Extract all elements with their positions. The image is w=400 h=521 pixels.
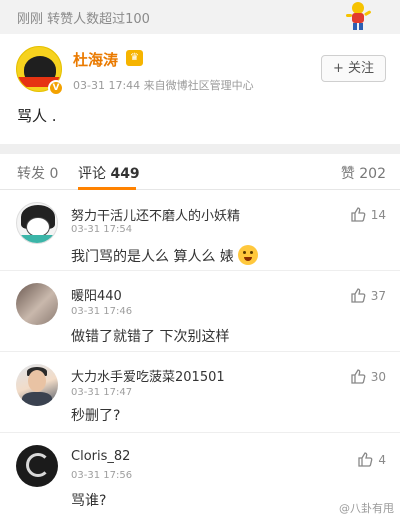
comment-like-count: 4 <box>378 453 386 467</box>
thumbs-up-icon <box>351 207 366 222</box>
thumbs-up-icon <box>351 369 366 384</box>
comment-like-button[interactable]: 14 <box>350 206 386 222</box>
tab-comments-count: 449 <box>110 166 140 182</box>
commenter-name[interactable]: 暖阳440 <box>71 285 122 304</box>
comment-like-button[interactable]: 37 <box>350 287 386 303</box>
tab-likes-label: 赞 <box>340 166 355 182</box>
banner-text: 刚刚 转赞人数超过100 <box>17 12 150 27</box>
post-content: 骂人 . <box>17 107 57 125</box>
top-banner: 刚刚 转赞人数超过100 <box>0 0 400 34</box>
tab-likes-count: 202 <box>359 166 386 182</box>
active-tab-indicator <box>78 187 136 190</box>
tab-repost-count: 0 <box>49 166 59 182</box>
thumbs-up-icon <box>358 452 373 467</box>
emoji-icon <box>237 245 258 265</box>
comment-like-button[interactable]: 30 <box>350 368 386 384</box>
commenter-name[interactable]: 努力干活儿还不磨人的小妖精 <box>71 205 240 224</box>
author-name[interactable]: 杜海涛 <box>73 49 118 70</box>
comment-like-count: 30 <box>370 370 386 384</box>
weibo-mascot-icon <box>346 2 371 30</box>
comment-like-count: 37 <box>370 289 386 303</box>
weibo-post: V 杜海涛 ♛ 03-31 17:44 来自微博社区管理中心 + 关注 骂人 . <box>0 34 400 144</box>
comment-text-content: 我门骂的是人么 算人么 婊 <box>71 249 234 265</box>
vip-crown-icon: ♛ <box>126 50 143 66</box>
tab-likes[interactable]: 赞 202 <box>341 163 386 183</box>
comment-text: 做错了就错了 下次别这样 <box>71 329 230 345</box>
tab-comments-label: 评论 <box>78 166 106 182</box>
tab-comments[interactable]: 评论 449 <box>78 163 140 183</box>
interaction-tabs: 转发 0 评论 449 赞 202 <box>0 154 400 190</box>
comment-like-count: 14 <box>370 208 386 222</box>
comment-item: 暖阳440 03-31 17:46 做错了就错了 下次别这样 37 <box>0 272 400 352</box>
comment-time: 03-31 17:56 <box>71 470 133 481</box>
commenter-avatar[interactable] <box>16 445 58 487</box>
commenter-avatar[interactable] <box>16 283 58 325</box>
commenter-avatar[interactable] <box>16 202 58 244</box>
tab-repost-label: 转发 <box>17 166 45 182</box>
post-meta: 03-31 17:44 来自微博社区管理中心 <box>73 79 254 92</box>
comment-time: 03-31 17:54 <box>71 224 133 235</box>
comment-text: 我门骂的是人么 算人么 婊 <box>71 245 258 266</box>
thumbs-up-icon <box>351 288 366 303</box>
commenter-name[interactable]: Cloris_82 <box>71 449 130 464</box>
comment-text: 秒删了? <box>71 408 121 424</box>
comment-item: 大力水手爱吃菠菜201501 03-31 17:47 秒删了? 30 <box>0 353 400 433</box>
comment-time: 03-31 17:46 <box>71 306 133 317</box>
comment-time: 03-31 17:47 <box>71 387 133 398</box>
commenter-avatar[interactable] <box>16 364 58 406</box>
verified-badge-icon: V <box>48 80 64 96</box>
watermark: @八卦有甩 <box>339 502 394 515</box>
comment-item: 努力干活儿还不磨人的小妖精 03-31 17:54 我门骂的是人么 算人么 婊 … <box>0 191 400 271</box>
section-divider <box>0 144 400 154</box>
commenter-name[interactable]: 大力水手爱吃菠菜201501 <box>71 366 225 385</box>
tab-repost[interactable]: 转发 0 <box>17 163 58 183</box>
follow-button[interactable]: + 关注 <box>321 55 386 82</box>
comment-like-button[interactable]: 4 <box>357 451 386 467</box>
comment-text: 骂谁? <box>71 493 107 509</box>
